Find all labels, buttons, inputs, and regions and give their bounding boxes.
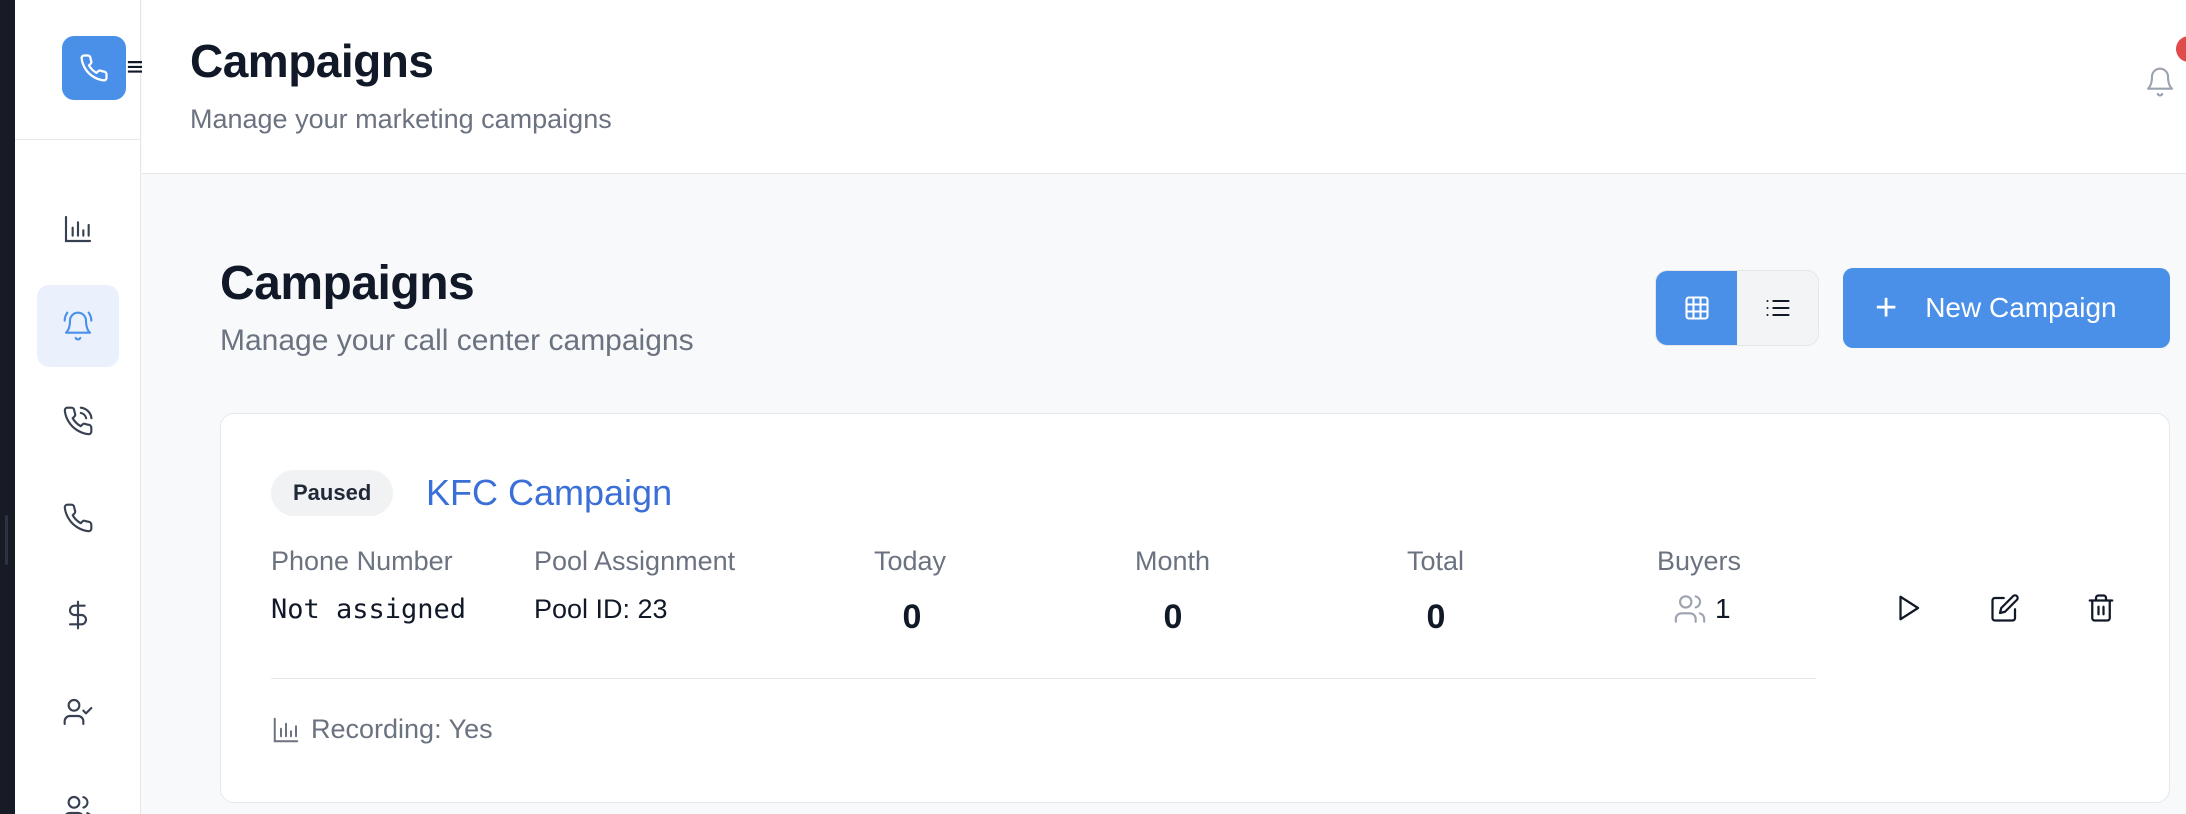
nav-item-calls[interactable] [37, 380, 119, 462]
today-label: Today [874, 546, 947, 576]
card-divider [271, 678, 1816, 679]
sidebar: ≡ [15, 0, 147, 814]
view-mode-toggle [1655, 270, 1819, 346]
phone-call-icon [63, 406, 93, 436]
pool-assignment-value: Pool ID: 23 [534, 594, 668, 624]
total-value: 0 [1426, 598, 1446, 636]
section-subtitle: Manage your call center campaigns [220, 324, 694, 357]
page-subtitle: Manage your marketing campaigns [190, 104, 612, 134]
grid-view-button[interactable] [1656, 271, 1737, 345]
total-label: Total [1407, 546, 1465, 576]
phone-number-value: Not assigned [271, 594, 467, 625]
logo-phone-icon[interactable] [62, 36, 126, 100]
buyers-value: 1 [1673, 592, 1731, 626]
play-icon [1899, 595, 1920, 621]
users-icon [1674, 595, 1706, 623]
sidebar-header: ≡ [15, 0, 147, 140]
month-label: Month [1135, 546, 1211, 576]
month-value: 0 [1163, 598, 1183, 636]
list-icon [1765, 299, 1790, 317]
notifications-bell-icon[interactable] [2142, 64, 2178, 100]
phone-number-label: Phone Number [271, 546, 453, 576]
buyers-count: 1 [1715, 593, 1731, 624]
nav-item-billing[interactable] [37, 574, 119, 656]
resize-handle[interactable] [5, 515, 8, 565]
trash-icon [2088, 594, 2114, 622]
grid-icon [1684, 296, 1709, 320]
bar-chart-icon [64, 215, 92, 243]
new-campaign-label: New Campaign [1925, 292, 2117, 323]
notification-badge [2176, 36, 2186, 62]
bar-chart-icon [273, 717, 299, 742]
today-value: 0 [902, 598, 922, 636]
recording-status: Recording: Yes [271, 714, 493, 745]
pool-assignment-label: Pool Assignment [534, 546, 736, 576]
dollar-icon [68, 600, 87, 630]
users-icon [65, 795, 91, 814]
plus-icon: + [1875, 287, 1898, 329]
status-badge: Paused [271, 470, 394, 516]
edit-icon [1991, 594, 2019, 622]
app-root: ≡ Campaigns Manage your marketing campai… [0, 0, 2186, 814]
page-header: Campaigns Manage your marketing campaign… [142, 0, 2186, 174]
edit-button[interactable] [1983, 586, 2027, 630]
new-campaign-button[interactable]: + New Campaign [1843, 268, 2170, 348]
window-edge [0, 0, 15, 814]
campaign-card: Paused KFC Campaign Phone Number Not ass… [220, 413, 2170, 803]
nav-item-users[interactable] [37, 768, 119, 814]
delete-button[interactable] [2079, 586, 2123, 630]
page-title: Campaigns [190, 35, 434, 87]
nav-item-agents[interactable] [37, 671, 119, 753]
buyers-label: Buyers [1657, 546, 1742, 576]
recording-label: Recording: Yes [311, 714, 493, 744]
phone-icon [63, 503, 93, 533]
nav-item-campaigns[interactable] [37, 285, 119, 367]
nav-item-phone[interactable] [37, 477, 119, 559]
user-check-icon [63, 698, 93, 726]
play-button[interactable] [1886, 586, 1930, 630]
list-view-button[interactable] [1737, 271, 1818, 345]
section-title: Campaigns [220, 257, 475, 310]
bell-ring-icon [63, 311, 93, 341]
nav-item-analytics[interactable] [37, 188, 119, 270]
campaign-name-link[interactable]: KFC Campaign [426, 470, 672, 516]
